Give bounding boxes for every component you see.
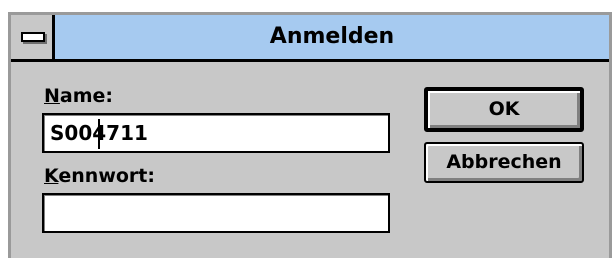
ok-button[interactable]: OK	[424, 87, 584, 132]
name-label-text: ame:	[59, 85, 114, 107]
name-label: Name:	[44, 85, 113, 107]
title-bar[interactable]: Anmelden	[11, 15, 609, 62]
dialog-title: Anmelden	[269, 24, 395, 49]
password-label-text: ennwort:	[58, 165, 155, 187]
name-label-mnemonic: N	[44, 85, 60, 107]
text-caret	[98, 119, 100, 149]
login-dialog: Anmelden Name: S004711 Kennwort: OK Abbr…	[8, 12, 612, 258]
password-label: Kennwort:	[44, 165, 155, 187]
password-label-mnemonic: K	[44, 165, 59, 187]
system-menu-button[interactable]	[11, 15, 55, 59]
password-input[interactable]	[42, 193, 390, 233]
system-menu-icon	[21, 32, 45, 42]
cancel-button[interactable]: Abbrechen	[424, 142, 584, 183]
name-input[interactable]: S004711	[42, 113, 390, 153]
